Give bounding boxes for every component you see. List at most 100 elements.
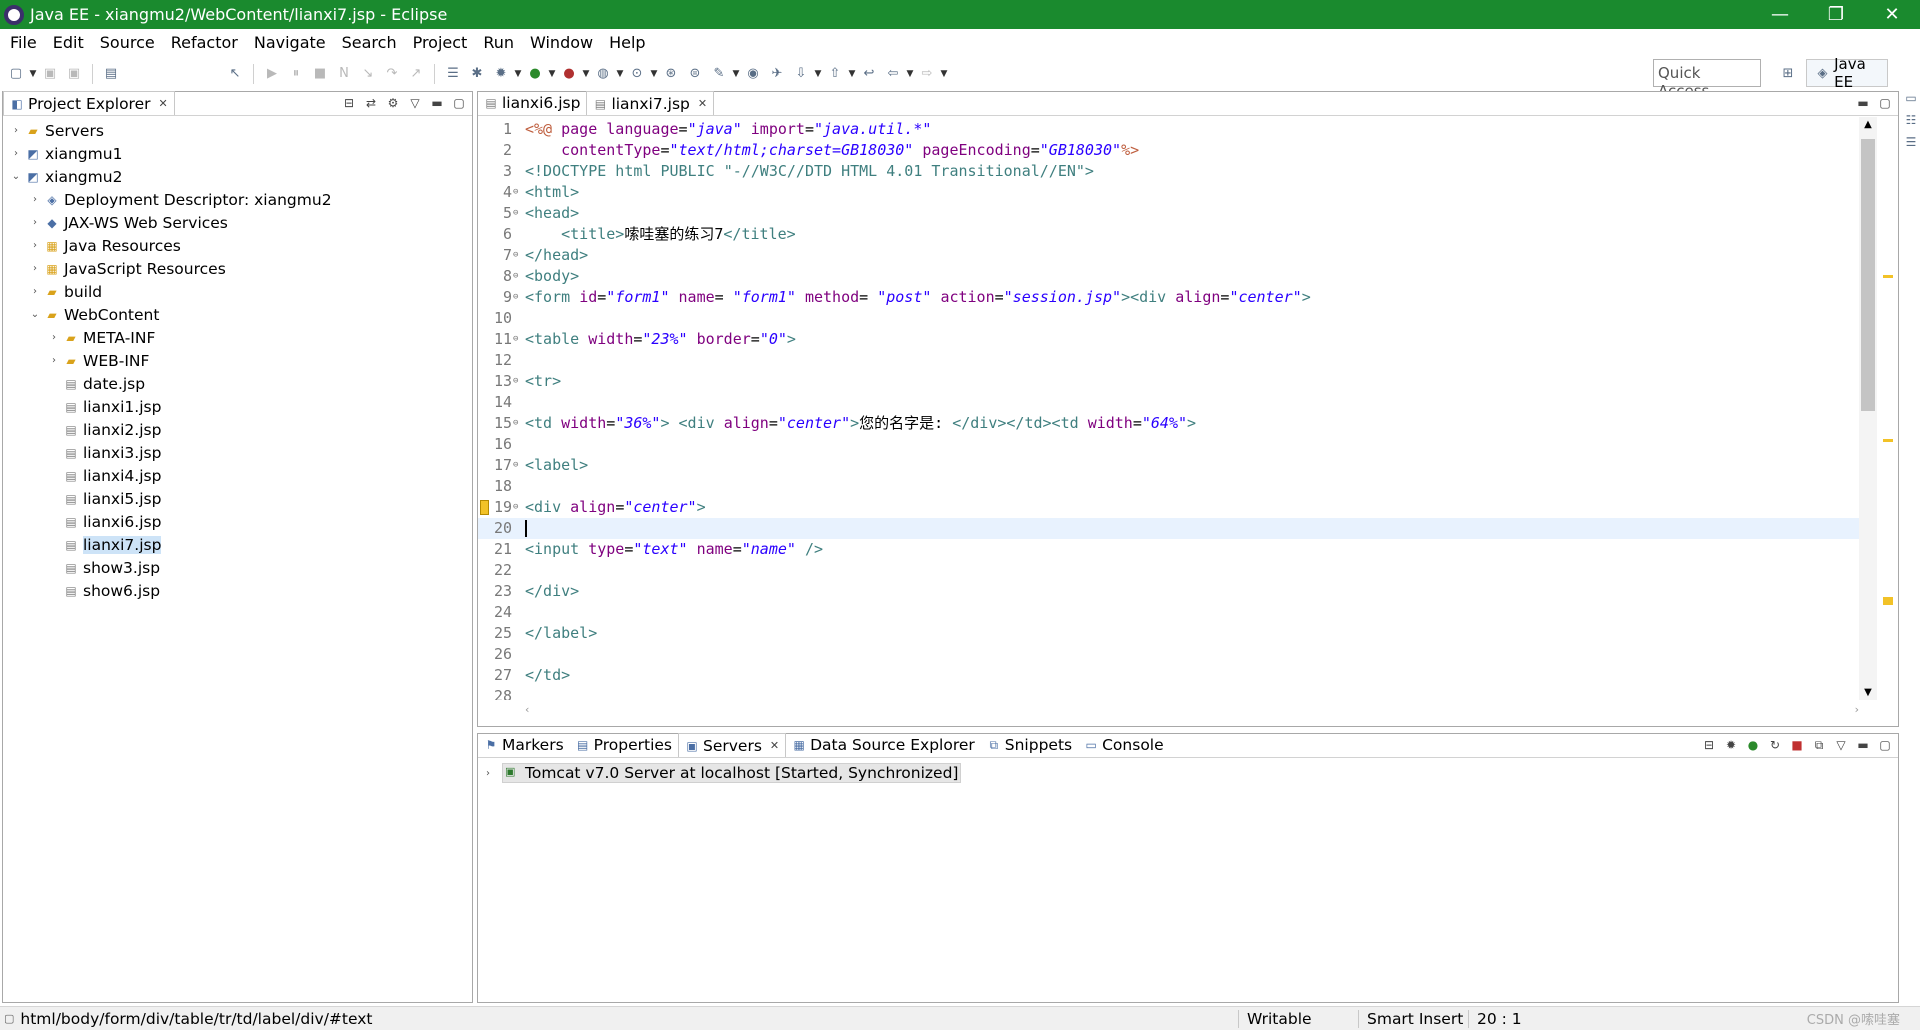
step-into-icon[interactable]: ↘ (358, 64, 378, 84)
scroll-right-icon[interactable]: › (1855, 703, 1859, 716)
tab-properties[interactable]: ▤ Properties (570, 733, 678, 757)
code-line[interactable]: 9 ⊖ <form id="form1" name= "form1" method=… (478, 287, 1868, 308)
overview-ruler[interactable] (1880, 117, 1898, 717)
tree-item[interactable]: › ◈ Deployment Descriptor: xiangmu2 (3, 188, 472, 211)
server-entry[interactable]: › ▣ Tomcat v7.0 Server at localhost [Sta… (478, 762, 1898, 784)
chevron-down-icon[interactable]: ⌄ (9, 171, 23, 182)
debug-icon[interactable]: ✹ (491, 64, 511, 84)
fold-toggle-icon[interactable]: ⊖ (513, 266, 518, 287)
debug-server-icon[interactable]: ✹ (1722, 736, 1740, 754)
tree-item[interactable]: › ▰ build (3, 280, 472, 303)
code-line[interactable]: 4 ⊖ <html> (478, 182, 1868, 203)
view-menu-icon[interactable]: ⚙ (384, 94, 402, 112)
new-icon[interactable]: ▢ (6, 64, 26, 84)
tree-item[interactable]: ▤ lianxi5.jsp (3, 487, 472, 510)
skip-breakpoints-icon[interactable]: ↖ (225, 64, 245, 84)
minimize-button[interactable]: — (1752, 0, 1808, 29)
tree-item[interactable]: ▤ show3.jsp (3, 556, 472, 579)
search-dropdown-icon[interactable]: ▼ (731, 69, 741, 79)
maximize-view-icon[interactable]: ▢ (450, 94, 468, 112)
profile-server-icon[interactable]: ↻ (1766, 736, 1784, 754)
horizontal-scrollbar[interactable]: ‹ › (525, 703, 1859, 721)
code-line[interactable]: 15 ⊖ <td width="36%"> <div align="center">… (478, 413, 1868, 434)
menu-navigate[interactable]: Navigate (246, 33, 334, 52)
step-return-icon[interactable]: ↗ (406, 64, 426, 84)
web-services-icon[interactable]: ✈ (767, 64, 787, 84)
fold-toggle-icon[interactable]: ⊖ (513, 287, 518, 308)
terminate-icon[interactable]: ■ (310, 64, 330, 84)
maximize-button[interactable]: ❐ (1808, 0, 1864, 29)
new-class-icon[interactable]: ⊙ (627, 64, 647, 84)
run-icon[interactable]: ● (525, 64, 545, 84)
tree-item[interactable]: ⌄ ▰ WebContent (3, 303, 472, 326)
forward-dropdown-icon[interactable]: ▼ (939, 69, 949, 79)
code-line[interactable]: 28 (478, 686, 1868, 700)
chevron-right-icon[interactable]: › (9, 148, 23, 159)
forward-icon[interactable]: ⇨ (917, 64, 937, 84)
publish-icon[interactable]: ⧉ (1810, 736, 1828, 754)
debug-dropdown-icon[interactable]: ▼ (513, 69, 523, 79)
new-class-dropdown-icon[interactable]: ▼ (649, 69, 659, 79)
tab-markers[interactable]: ⚑ Markers (478, 733, 570, 757)
previous-annotation-dropdown-icon[interactable]: ▼ (847, 69, 857, 79)
code-line[interactable]: 19 ⊖ <div align="center"> (478, 497, 1868, 518)
code-line[interactable]: 6 <title>嗦哇塞的练习7</title> (478, 224, 1868, 245)
code-line[interactable]: 1 <%@ page language="java" import="java.u… (478, 119, 1868, 140)
close-icon[interactable]: ✕ (698, 97, 707, 110)
scrollbar-thumb[interactable] (1861, 139, 1875, 411)
build-icon[interactable]: ✱ (467, 64, 487, 84)
minimize-view-icon[interactable]: ▬ (1854, 94, 1872, 112)
menu-help[interactable]: Help (601, 33, 653, 52)
code-editor[interactable]: 1 <%@ page language="java" import="java.u… (478, 117, 1898, 726)
tree-item[interactable]: › ▰ WEB-INF (3, 349, 472, 372)
open-type-icon[interactable]: ⊛ (661, 64, 681, 84)
minimize-view-icon[interactable]: ▬ (1854, 736, 1872, 754)
tree-item[interactable]: › ▦ Java Resources (3, 234, 472, 257)
run-dropdown-icon[interactable]: ▼ (547, 69, 557, 79)
fold-toggle-icon[interactable]: ⊖ (513, 329, 518, 350)
save-all-icon[interactable]: ▣ (64, 64, 84, 84)
open-task-icon[interactable]: ⊜ (685, 64, 705, 84)
tree-item[interactable]: › ▰ META-INF (3, 326, 472, 349)
outline-icon[interactable]: ☷ (1902, 113, 1920, 131)
code-line[interactable]: 20 (478, 518, 1868, 539)
warning-marker[interactable] (1883, 439, 1893, 442)
code-line[interactable]: 5 ⊖ <head> (478, 203, 1868, 224)
code-line[interactable]: 17 ⊖ <label> (478, 455, 1868, 476)
chevron-right-icon[interactable]: › (28, 217, 42, 228)
menu-file[interactable]: File (2, 33, 45, 52)
code-line[interactable]: 22 (478, 560, 1868, 581)
chevron-right-icon[interactable]: › (47, 355, 61, 366)
chevron-right-icon[interactable]: › (28, 286, 42, 297)
chevron-down-icon[interactable]: ▽ (1832, 736, 1850, 754)
tree-item[interactable]: ▤ lianxi1.jsp (3, 395, 472, 418)
previous-annotation-icon[interactable]: ⇧ (825, 64, 845, 84)
tab-console[interactable]: ▭ Console (1078, 733, 1170, 757)
code-line[interactable]: 27 </td> (478, 665, 1868, 686)
tree-item[interactable]: ▤ lianxi7.jsp (3, 533, 472, 556)
tree-item[interactable]: ⌄ ◩ xiangmu2 (3, 165, 472, 188)
task-list-icon[interactable]: ☰ (1902, 135, 1920, 153)
new-server-icon[interactable]: ◍ (593, 64, 613, 84)
start-server-icon[interactable]: ● (1744, 736, 1762, 754)
menu-run[interactable]: Run (475, 33, 522, 52)
open-perspective-icon[interactable]: ⊞ (1777, 62, 1799, 84)
chevron-right-icon[interactable]: › (486, 768, 502, 779)
new-server-dropdown-icon[interactable]: ▼ (615, 69, 625, 79)
chevron-right-icon[interactable]: › (9, 125, 23, 136)
code-line[interactable]: 23 </div> (478, 581, 1868, 602)
code-line[interactable]: 11 ⊖ <table width="23%" border="0"> (478, 329, 1868, 350)
code-line[interactable]: 8 ⊖ <body> (478, 266, 1868, 287)
step-over-icon[interactable]: ↷ (382, 64, 402, 84)
external-tools-icon[interactable]: ● (559, 64, 579, 84)
scroll-left-icon[interactable]: ‹ (525, 703, 529, 716)
tree-item[interactable]: ▤ show6.jsp (3, 579, 472, 602)
toggle-sidebar-icon[interactable]: ☰ (443, 64, 463, 84)
tree-item[interactable]: › ◩ xiangmu1 (3, 142, 472, 165)
menu-window[interactable]: Window (522, 33, 601, 52)
close-icon[interactable]: ✕ (159, 97, 168, 110)
fold-toggle-icon[interactable]: ⊖ (513, 413, 518, 434)
menu-search[interactable]: Search (334, 33, 405, 52)
scroll-up-icon[interactable]: ▲ (1859, 119, 1877, 130)
chevron-right-icon[interactable]: › (28, 194, 42, 205)
